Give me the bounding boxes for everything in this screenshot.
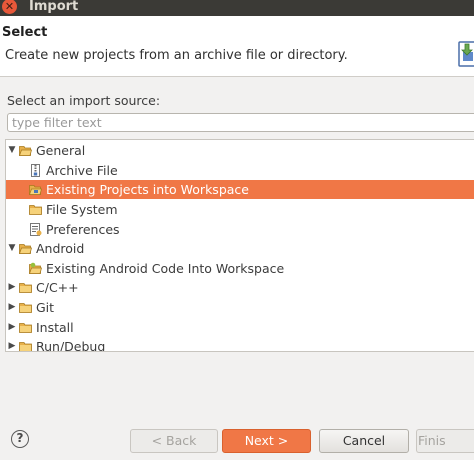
folder-icon [19,303,32,313]
archive-file-icon [31,164,40,177]
next-button[interactable]: Next > [222,429,311,453]
folder-icon [19,342,32,351]
import-source-label: Select an import source: [7,93,161,108]
finish-button[interactable]: Finis [416,429,474,453]
tree-item-existing-projects[interactable]: Existing Projects into Workspace [6,180,474,199]
projects-folder-icon [29,185,42,195]
tree-item-label: Git [36,300,55,315]
button-bar: ? < Back Next > Cancel Finis [0,420,474,460]
collapsed-arrow-icon[interactable]: ▶ [7,337,17,351]
title-bar: ✕ Import [0,0,474,16]
expanded-arrow-icon[interactable]: ▼ [7,239,17,258]
tree-item-label: Existing Android Code Into Workspace [46,261,285,276]
cancel-button[interactable]: Cancel [319,429,409,453]
close-icon[interactable]: ✕ [2,0,17,14]
collapsed-arrow-icon[interactable]: ▶ [7,278,17,297]
tree-item-label: Preferences [46,222,120,237]
help-icon[interactable]: ? [11,430,29,448]
tree-item-label: Archive File [46,163,118,178]
import-source-tree[interactable]: ▼ General Archive File Existing Projects… [5,139,474,352]
filter-input[interactable] [7,113,474,132]
collapsed-arrow-icon[interactable]: ▶ [7,298,17,317]
wizard-header: Select Create new projects from an archi… [0,16,474,77]
tree-item-general[interactable]: ▼ General [6,141,474,160]
folder-open-icon [19,244,32,254]
tree-item-existing-android-code[interactable]: Existing Android Code Into Workspace [6,259,474,278]
tree-item-label: General [36,143,86,158]
folder-icon [29,205,42,215]
tree-item-file-system[interactable]: File System [6,200,474,219]
tree-item-install[interactable]: ▶ Install [6,318,474,337]
expanded-arrow-icon[interactable]: ▼ [7,141,17,160]
tree-item-label: File System [46,202,118,217]
tree-item-label: Android [36,241,85,256]
folder-open-icon [19,146,32,156]
android-project-icon [29,262,42,274]
tree-item-preferences[interactable]: Preferences [6,220,474,239]
tree-item-run-debug[interactable]: ▶ Run/Debug [6,337,474,352]
tree-item-label: Existing Projects into Workspace [46,182,249,197]
tree-item-cpp[interactable]: ▶ C/C++ [6,278,474,297]
page-description: Create new projects from an archive file… [5,48,348,63]
page-title: Select [2,25,48,40]
import-wizard-icon [458,41,474,67]
folder-icon [19,323,32,333]
tree-item-git[interactable]: ▶ Git [6,298,474,317]
tree-item-archive-file[interactable]: Archive File [6,161,474,180]
window-title: Import [29,0,79,14]
folder-icon [19,283,32,293]
preferences-icon [30,223,42,236]
tree-item-android[interactable]: ▼ Android [6,239,474,258]
tree-item-label: C/C++ [36,280,79,295]
collapsed-arrow-icon[interactable]: ▶ [7,318,17,337]
tree-item-label: Install [36,320,74,335]
tree-item-label: Run/Debug [36,339,106,352]
back-button[interactable]: < Back [130,429,218,453]
